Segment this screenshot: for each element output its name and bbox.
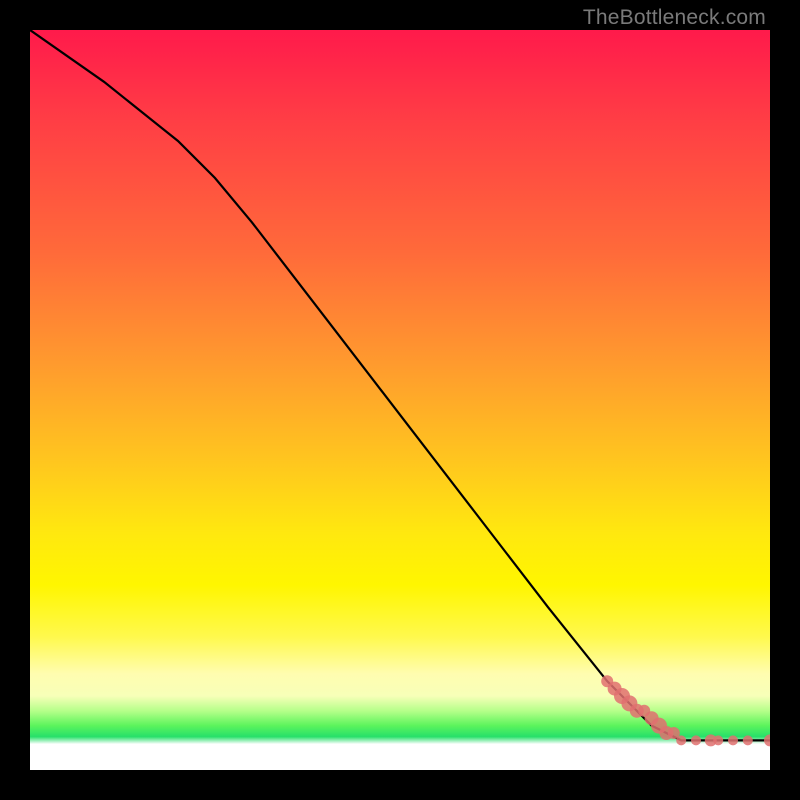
chart-frame: TheBottleneck.com (0, 0, 800, 800)
plot-area (30, 30, 770, 770)
watermark-text: TheBottleneck.com (583, 6, 766, 30)
